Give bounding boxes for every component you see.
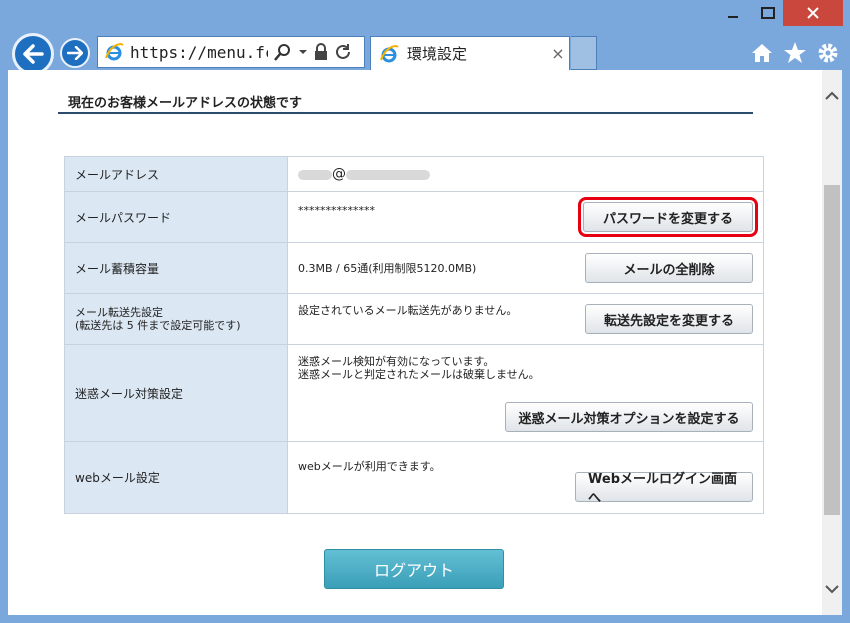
- logout-button[interactable]: ログアウト: [324, 549, 504, 589]
- webmail-login-button[interactable]: Webメールログイン画面へ: [575, 472, 753, 506]
- change-forwarding-button[interactable]: 転送先設定を変更する: [585, 304, 753, 334]
- spam-status-value: 迷惑メール検知が有効になっています。 迷惑メールと判定されたメールは破棄しません…: [298, 355, 540, 381]
- mail-storage-value: 0.3MB / 65通(利用制限5120.0MB): [298, 262, 477, 275]
- tab-title: 環境設定: [407, 45, 468, 63]
- back-button[interactable]: [12, 33, 54, 75]
- maximize-icon: [761, 7, 775, 19]
- gear-icon[interactable]: [814, 39, 842, 67]
- new-tab-button[interactable]: [571, 36, 597, 70]
- favorites-star-icon[interactable]: [781, 39, 809, 67]
- page-viewport: 現在のお客様メールアドレスの状態です メールアドレス @ メールパスワード **…: [8, 70, 842, 615]
- spam-options-button[interactable]: 迷惑メール対策オプションを設定する: [505, 402, 753, 432]
- scrollbar-thumb[interactable]: [824, 185, 840, 515]
- close-icon: [807, 7, 819, 19]
- delete-all-mail-button[interactable]: メールの全削除: [585, 253, 753, 283]
- table-row: 迷惑メール対策設定 迷惑メール検知が有効になっています。 迷惑メールと判定された…: [64, 344, 764, 442]
- title-divider: [58, 112, 753, 114]
- webmail-value: webメールが利用できます。: [298, 460, 441, 473]
- scroll-up-icon[interactable]: [822, 84, 842, 108]
- table-row: メールパスワード ************** パスワードを変更する: [64, 191, 764, 243]
- row-label: メールパスワード: [64, 191, 288, 243]
- forwarding-value: 設定されているメール転送先がありません。: [298, 304, 518, 317]
- row-label: メール蓄積容量: [64, 242, 288, 294]
- minimize-icon: [728, 16, 738, 18]
- refresh-icon[interactable]: [334, 43, 352, 61]
- browser-window: https://menu.fc... 環境設定 × 現在のお客様メールアドレ: [0, 0, 850, 623]
- home-icon[interactable]: [748, 39, 776, 67]
- arrow-right-icon: [67, 46, 83, 60]
- row-label: メールアドレス: [64, 156, 288, 192]
- ie-logo-icon: [105, 43, 124, 61]
- password-value: **************: [298, 204, 375, 217]
- url-text: https://menu.fc...: [130, 42, 268, 62]
- email-address-value: @: [287, 156, 764, 192]
- row-label: 迷惑メール対策設定: [64, 344, 288, 442]
- row-label: メール転送先設定 (転送先は 5 件まで設定可能です): [64, 293, 288, 345]
- close-button[interactable]: [783, 0, 843, 26]
- address-bar[interactable]: https://menu.fc...: [97, 36, 365, 68]
- table-row: webメール設定 webメールが利用できます。 Webメールログイン画面へ: [64, 441, 764, 514]
- table-row: メール転送先設定 (転送先は 5 件まで設定可能です) 設定されているメール転送…: [64, 293, 764, 345]
- maximize-button[interactable]: [753, 0, 783, 26]
- search-icon[interactable]: [274, 43, 292, 61]
- forward-button[interactable]: [60, 38, 90, 68]
- tab-close-icon[interactable]: ×: [547, 44, 569, 63]
- scroll-down-icon[interactable]: [822, 577, 842, 601]
- lock-icon[interactable]: [314, 43, 328, 61]
- table-row: メール蓄積容量 0.3MB / 65通(利用制限5120.0MB) メールの全削…: [64, 242, 764, 294]
- arrow-left-icon: [23, 44, 44, 64]
- dropdown-icon[interactable]: [298, 48, 308, 56]
- vertical-scrollbar[interactable]: [822, 70, 842, 615]
- section-title: 現在のお客様メールアドレスの状態です: [68, 96, 303, 111]
- minimize-button[interactable]: [713, 0, 753, 26]
- change-password-button[interactable]: パスワードを変更する: [578, 197, 758, 237]
- row-label: webメール設定: [64, 441, 288, 514]
- tab-settings[interactable]: 環境設定 ×: [370, 36, 570, 70]
- settings-table: メールアドレス @ メールパスワード ************** パスワードを…: [64, 156, 764, 514]
- table-row: メールアドレス @: [64, 156, 764, 192]
- ie-logo-icon: [380, 44, 399, 62]
